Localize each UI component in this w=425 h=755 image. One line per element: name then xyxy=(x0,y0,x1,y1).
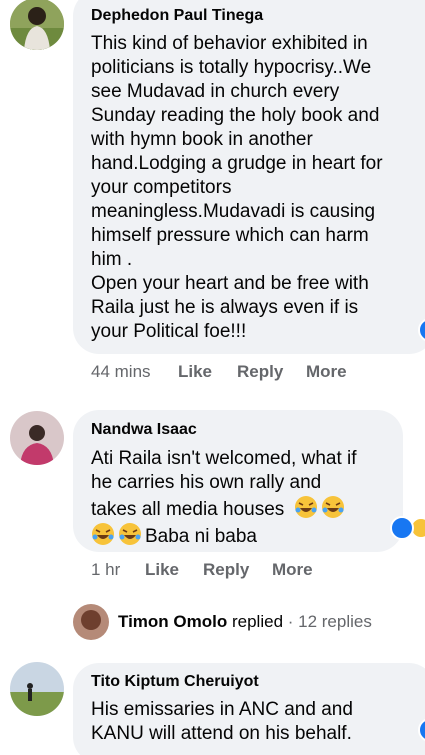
comment-line: hand.Lodging a grudge in heart for xyxy=(91,153,383,174)
laughing-emoji-icon xyxy=(321,496,344,518)
like-button[interactable]: Like xyxy=(178,362,212,382)
replied-verb: replied xyxy=(231,612,284,631)
comment-author[interactable]: Nandwa Isaac xyxy=(91,421,197,439)
replies-text[interactable]: Timon Omolo replied · 12 replies xyxy=(118,612,372,632)
like-reaction-icon[interactable] xyxy=(390,516,414,540)
avatar[interactable] xyxy=(73,604,109,640)
comment-actions: 1 hr Like Reply More xyxy=(91,560,391,582)
laughing-emoji-icon xyxy=(294,496,317,518)
comment-line: himself pressure which can harm xyxy=(91,225,369,246)
comment-line: Ati Raila isn't welcomed, what if xyxy=(91,448,357,469)
comment-line: takes all media houses xyxy=(91,495,391,522)
laughing-emoji-icon xyxy=(92,523,114,545)
comment-text: His emissaries in ANC and and KANU will … xyxy=(91,698,421,746)
reply-count[interactable]: 12 replies xyxy=(298,612,372,631)
comment-author[interactable]: Tito Kiptum Cheruiyot xyxy=(91,673,259,691)
reply-button[interactable]: Reply xyxy=(237,362,283,382)
comment-line: politicians is totally hypocrisy..We xyxy=(91,57,372,78)
replier-name[interactable]: Timon Omolo xyxy=(118,612,227,631)
comment-line: KANU will attend on his behalf. xyxy=(91,723,352,744)
avatar[interactable] xyxy=(10,411,64,465)
like-button[interactable]: Like xyxy=(145,560,179,580)
comment-line: meaningless.Mudavadi is causing xyxy=(91,201,376,222)
comment-time[interactable]: 44 mins xyxy=(91,362,151,382)
comment-time[interactable]: 1 hr xyxy=(91,560,120,580)
comment-line: your Political foe!!! xyxy=(91,321,247,342)
comment-line: Sunday reading the holy book and xyxy=(91,105,380,126)
comment-author[interactable]: Dephedon Paul Tinega xyxy=(91,7,263,25)
comment-line: him . xyxy=(91,249,133,270)
avatar[interactable] xyxy=(10,0,64,50)
avatar[interactable] xyxy=(10,662,64,716)
comment-line: This kind of behavior exhibited in xyxy=(91,33,368,54)
comment-line-text: Baba ni baba xyxy=(145,526,257,547)
reply-button[interactable]: Reply xyxy=(203,560,249,580)
laughing-emoji-icon xyxy=(119,523,141,545)
more-button[interactable]: More xyxy=(306,362,347,382)
comment-line: Baba ni baba xyxy=(91,522,391,549)
comment-line: see Mudavad in church every xyxy=(91,81,340,102)
comment-text: This kind of behavior exhibited in polit… xyxy=(91,32,421,344)
more-button[interactable]: More xyxy=(272,560,313,580)
comment-actions: 44 mins Like Reply More xyxy=(91,362,391,384)
comment-line: Raila just he is always even if is xyxy=(91,297,359,318)
comment-line: with hymn book in another xyxy=(91,129,313,150)
comment-line: His emissaries in ANC and and xyxy=(91,699,353,720)
comment-line-text: takes all media houses xyxy=(91,499,285,520)
separator: · xyxy=(283,612,299,631)
comment-line: Open your heart and be free with xyxy=(91,273,369,294)
comment-text: Ati Raila isn't welcomed, what if he car… xyxy=(91,447,391,549)
comment-line: he carries his own rally and xyxy=(91,472,322,493)
comment-line: your competitors xyxy=(91,177,232,198)
